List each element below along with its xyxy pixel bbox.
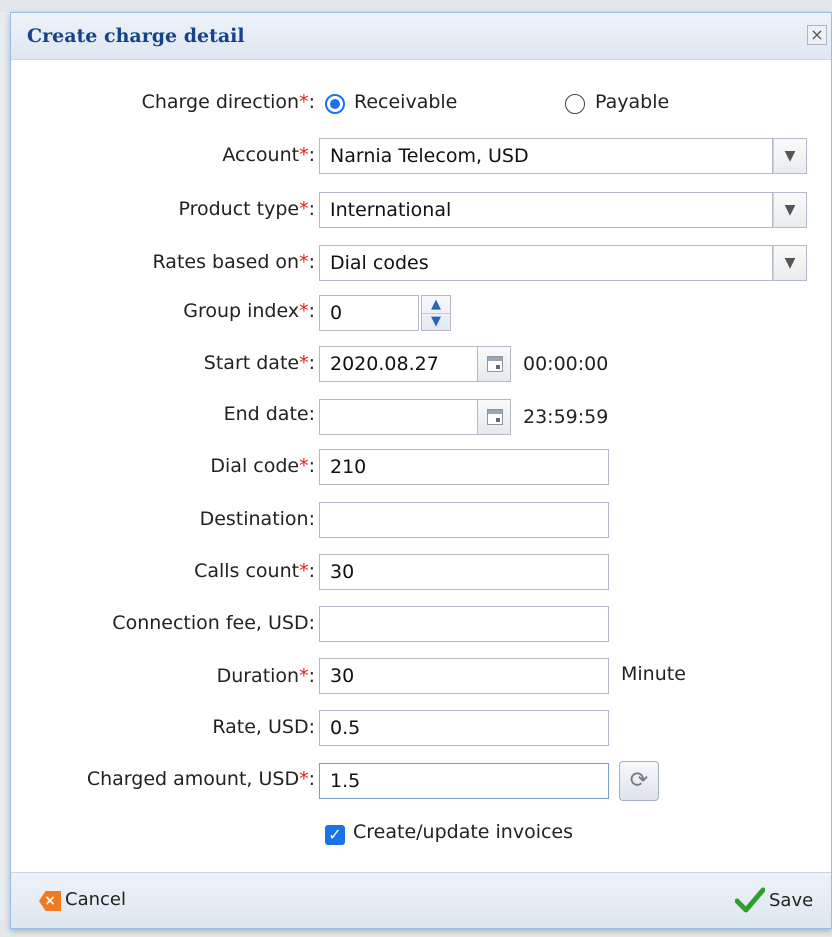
start-date-input[interactable] xyxy=(319,346,479,382)
colon: : xyxy=(308,198,315,220)
dial-code-input[interactable] xyxy=(319,449,609,485)
destination-label: Destination: xyxy=(200,508,315,530)
colon: : xyxy=(308,665,315,687)
charged-amount-label: Charged amount, USD*: xyxy=(87,768,315,790)
cancel-icon: × xyxy=(39,891,61,911)
colon: : xyxy=(308,144,315,166)
rates-based-on-label-text: Rates based on xyxy=(152,251,300,273)
end-date-input[interactable] xyxy=(319,399,479,435)
required-mark: * xyxy=(299,560,309,582)
connection-fee-label: Connection fee, USD: xyxy=(112,612,315,634)
charge-direction-label-text: Charge direction xyxy=(141,91,300,113)
group-index-spinner[interactable]: ▲ ▼ xyxy=(421,295,451,331)
create-invoices-checkbox[interactable]: ✓ xyxy=(325,825,345,845)
charge-direction-label: Charge direction*: xyxy=(142,91,315,113)
dial-code-label: Dial code*: xyxy=(210,455,315,477)
rate-label-text: Rate, USD xyxy=(212,716,309,738)
group-index-label-text: Group index xyxy=(183,300,300,322)
required-mark: * xyxy=(299,300,309,322)
required-mark: * xyxy=(299,198,309,220)
chevron-down-icon[interactable]: ▼ xyxy=(773,138,807,174)
calendar-icon[interactable] xyxy=(477,399,511,435)
account-label-text: Account xyxy=(222,144,300,166)
start-time-text: 00:00:00 xyxy=(523,353,609,375)
product-type-combo[interactable]: International xyxy=(319,192,773,228)
connection-fee-input[interactable] xyxy=(319,606,609,642)
dialog-titlebar: Create charge detail × xyxy=(11,13,831,60)
duration-unit: Minute xyxy=(621,663,686,685)
colon: : xyxy=(308,716,315,738)
end-date-label: End date: xyxy=(224,403,315,425)
chevron-down-icon[interactable]: ▼ xyxy=(773,245,807,281)
payable-radio[interactable] xyxy=(565,94,585,114)
create-charge-dialog: Create charge detail × Charge direction*… xyxy=(10,12,832,929)
required-mark: * xyxy=(299,91,309,113)
charged-amount-input[interactable] xyxy=(319,763,609,799)
calls-count-label: Calls count*: xyxy=(194,560,315,582)
dial-code-label-text: Dial code xyxy=(210,455,300,477)
create-invoices-label[interactable]: Create/update invoices xyxy=(353,821,573,843)
destination-input[interactable] xyxy=(319,502,609,538)
colon: : xyxy=(308,352,315,374)
end-time-text: 23:59:59 xyxy=(523,406,609,428)
required-mark: * xyxy=(299,352,309,374)
colon: : xyxy=(308,768,315,790)
colon: : xyxy=(308,91,315,113)
destination-label-text: Destination xyxy=(199,508,309,530)
connection-fee-label-text: Connection fee, USD xyxy=(112,612,309,634)
product-type-label-text: Product type xyxy=(178,198,300,220)
background-strip xyxy=(0,0,832,12)
calendar-glyph xyxy=(487,409,503,425)
calendar-icon[interactable] xyxy=(477,346,511,382)
spinner-down-icon[interactable]: ▼ xyxy=(422,313,450,330)
charged-amount-label-text: Charged amount, USD xyxy=(86,768,300,790)
colon: : xyxy=(308,251,315,273)
spinner-up-icon[interactable]: ▲ xyxy=(422,296,450,314)
refresh-icon[interactable]: ⟳ xyxy=(619,761,659,801)
required-mark: * xyxy=(299,665,309,687)
product-type-label: Product type*: xyxy=(178,198,315,220)
colon: : xyxy=(308,403,315,425)
rates-based-on-label: Rates based on*: xyxy=(153,251,315,273)
receivable-radio[interactable] xyxy=(325,94,345,114)
colon: : xyxy=(308,612,315,634)
required-mark: * xyxy=(299,251,309,273)
dialog-title: Create charge detail xyxy=(27,25,245,47)
calls-count-label-text: Calls count xyxy=(194,560,300,582)
cancel-button-label: Cancel xyxy=(65,889,126,910)
save-button[interactable]: Save xyxy=(735,887,821,913)
colon: : xyxy=(308,455,315,477)
duration-label: Duration*: xyxy=(217,665,315,687)
required-mark: * xyxy=(299,455,309,477)
end-date-label-text: End date xyxy=(223,403,309,425)
required-mark: * xyxy=(299,768,309,790)
rate-label: Rate, USD: xyxy=(212,716,315,738)
duration-input[interactable] xyxy=(319,658,609,694)
account-combo[interactable]: Narnia Telecom, USD xyxy=(319,138,773,174)
receivable-radio-label[interactable]: Receivable xyxy=(354,91,457,113)
required-mark: * xyxy=(299,144,309,166)
rates-based-on-combo[interactable]: Dial codes xyxy=(319,245,773,281)
start-date-label: Start date*: xyxy=(204,352,315,374)
payable-radio-label[interactable]: Payable xyxy=(595,91,669,113)
group-index-label: Group index*: xyxy=(183,300,315,322)
chevron-down-icon[interactable]: ▼ xyxy=(773,192,807,228)
rate-input[interactable] xyxy=(319,710,609,746)
calls-count-input[interactable] xyxy=(319,554,609,590)
colon: : xyxy=(308,508,315,530)
save-button-label: Save xyxy=(769,890,814,911)
colon: : xyxy=(308,300,315,322)
duration-label-text: Duration xyxy=(216,665,300,687)
account-label: Account*: xyxy=(222,144,315,166)
checkmark-icon xyxy=(735,887,765,913)
calendar-glyph xyxy=(487,356,503,372)
colon: : xyxy=(308,560,315,582)
group-index-input[interactable] xyxy=(319,295,419,331)
start-date-label-text: Start date xyxy=(203,352,300,374)
close-button[interactable]: × xyxy=(807,25,827,45)
dialog-footer: × Cancel Save xyxy=(11,872,831,928)
